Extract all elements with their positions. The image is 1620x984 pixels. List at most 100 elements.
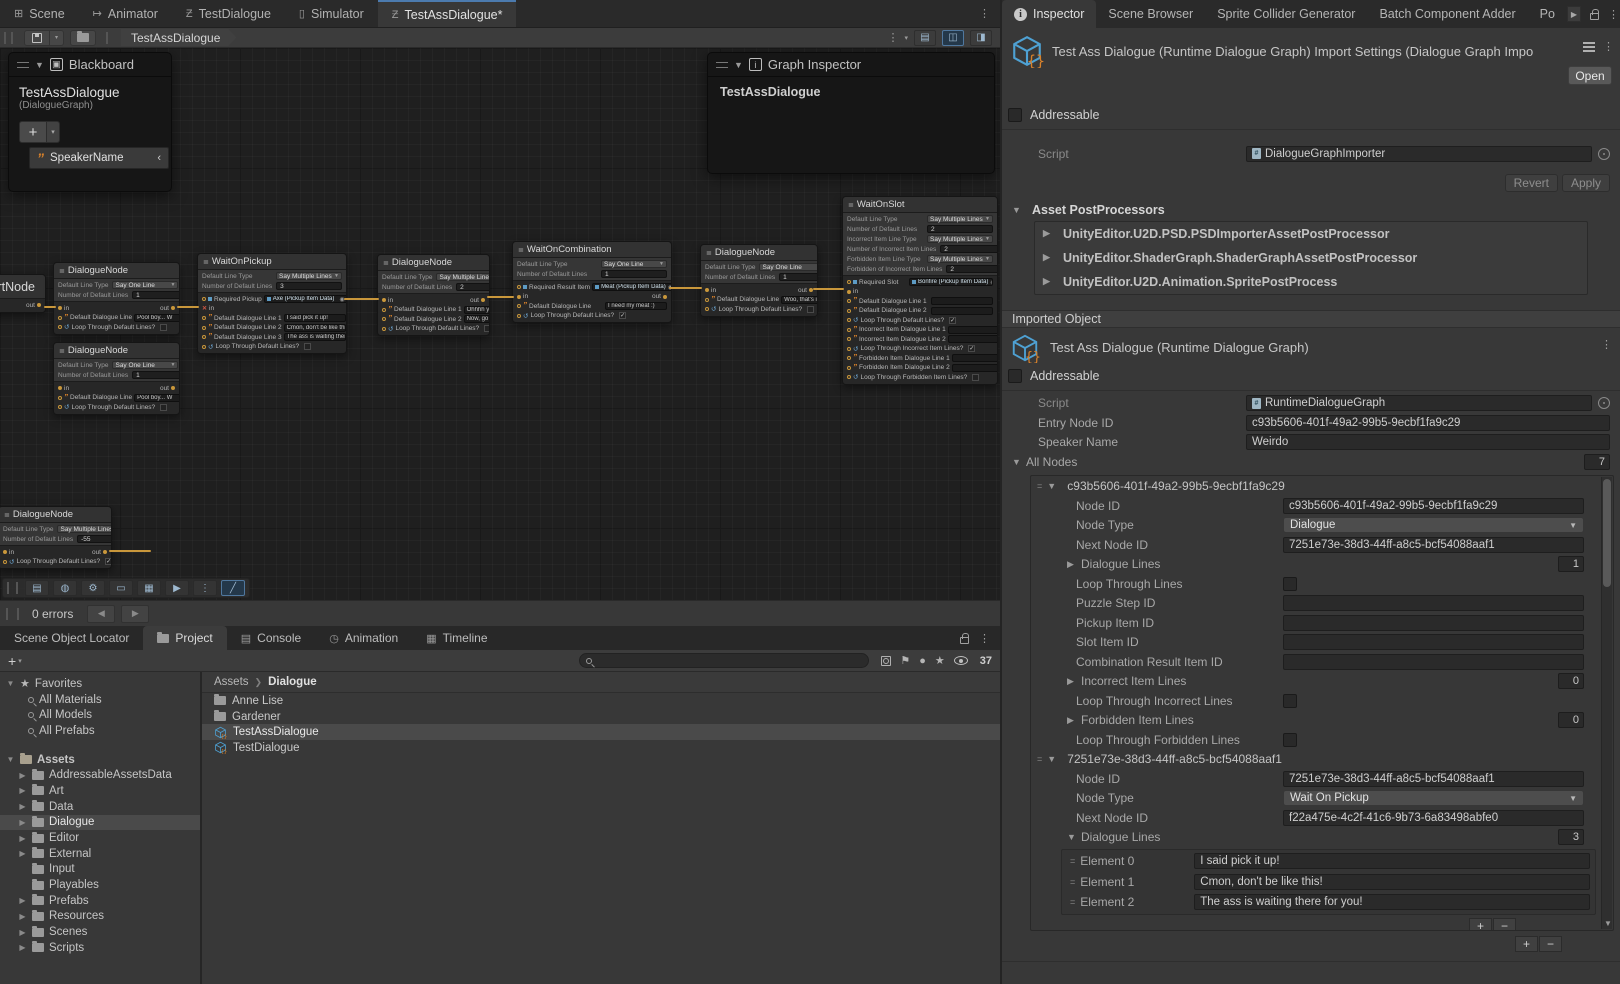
- file-row-testassdialogue[interactable]: {}TestAssDialogue: [202, 724, 1000, 740]
- node-text-field[interactable]: Ohhhh yeah,: [464, 306, 490, 314]
- port-icon[interactable]: [705, 298, 709, 302]
- node-checkbox[interactable]: [972, 374, 979, 381]
- remove-element-button[interactable]: −: [1539, 936, 1562, 952]
- node-text-field[interactable]: Woo, that's it: [781, 296, 818, 304]
- chevron-right-icon[interactable]: ▶: [18, 928, 27, 937]
- node-text-field[interactable]: I need my meat :): [605, 302, 667, 310]
- caret-down-icon[interactable]: ▾: [18, 657, 22, 665]
- drag-handle-icon[interactable]: [17, 62, 29, 68]
- node-checkbox[interactable]: [484, 325, 490, 332]
- node-number-field[interactable]: 1: [132, 291, 180, 299]
- node-text-field[interactable]: Now, go on...: [464, 315, 490, 323]
- kebab-icon[interactable]: ⋮: [1603, 40, 1614, 53]
- node-checkbox[interactable]: [304, 343, 311, 350]
- tree-folder-data[interactable]: ▶Data: [0, 799, 200, 815]
- object-picker-icon[interactable]: [1598, 397, 1610, 409]
- info-circle-button[interactable]: ◍: [53, 580, 77, 596]
- array-count[interactable]: 0: [1558, 712, 1584, 728]
- port-icon[interactable]: [847, 280, 851, 284]
- drag-handle-icon[interactable]: =: [1037, 481, 1041, 491]
- save-dropdown-button[interactable]: ▾: [50, 30, 64, 46]
- foldout-open-icon[interactable]: ▼: [1012, 457, 1021, 467]
- node-dropdown[interactable]: Say Multiple Lines▼: [436, 273, 490, 281]
- chevron-right-icon[interactable]: ▶: [1043, 228, 1052, 239]
- port-icon[interactable]: [202, 326, 206, 330]
- tab-animation[interactable]: ◷Animation: [315, 626, 412, 650]
- node-text-field[interactable]: [948, 326, 998, 334]
- tab-animator[interactable]: ↦Animator: [79, 0, 172, 27]
- node-number-field[interactable]: 2: [940, 245, 998, 253]
- all-nodes-count[interactable]: 7: [1584, 454, 1610, 470]
- node-checkbox[interactable]: ✓: [105, 558, 112, 565]
- next-node-id-field[interactable]: 7251e73e-38d3-44ff-a8c5-bcf54088aaf1: [1283, 537, 1584, 553]
- breadcrumb-current[interactable]: Dialogue: [268, 676, 317, 688]
- node-object-field[interactable]: Bonfire (Pickup Item Data)◉: [909, 278, 993, 286]
- node-dropdown[interactable]: Say One Line▼: [112, 361, 178, 369]
- save-button[interactable]: [24, 30, 50, 46]
- chevron-right-icon[interactable]: ▶: [18, 771, 27, 780]
- chevron-right-icon[interactable]: ▶: [1043, 276, 1052, 287]
- kebab-icon[interactable]: ⋮: [1608, 8, 1619, 21]
- blackboard-variable-speakername[interactable]: ” SpeakerName ‹: [29, 147, 169, 169]
- tab-project[interactable]: Project: [143, 626, 226, 650]
- node-collapse-icon[interactable]: ≣: [203, 258, 209, 266]
- node-dropdown[interactable]: Say One Line▼: [601, 260, 667, 268]
- next-error-button[interactable]: ▶: [121, 605, 149, 623]
- breadcrumb[interactable]: TestAssDialogue: [121, 29, 236, 46]
- tree-folder-scenes[interactable]: ▶Scenes: [0, 924, 200, 940]
- node-number-field[interactable]: 3: [276, 282, 342, 290]
- entry-node-id-field[interactable]: c93b5606-401f-49a2-99b5-9ecbf1fa9c29: [1246, 415, 1610, 431]
- graph-node-dialoguenode[interactable]: ≣DialogueNodeDefault Line TypeSay Multip…: [377, 254, 490, 336]
- tab-scene-object-locator[interactable]: Scene Object Locator: [0, 626, 143, 650]
- graph-inspector-panel[interactable]: ▼ i Graph Inspector TestAssDialogue: [707, 52, 995, 174]
- speaker-name-field[interactable]: Weirdo: [1246, 434, 1610, 450]
- node-number-field[interactable]: -55: [77, 535, 112, 543]
- port-icon[interactable]: [202, 335, 206, 339]
- scrollbar[interactable]: ▼: [1601, 477, 1612, 929]
- pickup-item-id-field[interactable]: [1283, 615, 1584, 631]
- node-id-field[interactable]: 7251e73e-38d3-44ff-a8c5-bcf54088aaf1: [1283, 771, 1584, 787]
- port-icon[interactable]: [847, 318, 851, 322]
- saved-search-star-button[interactable]: ★: [935, 654, 945, 667]
- tree-folder-external[interactable]: ▶External: [0, 846, 200, 862]
- graph-node-dialoguenode[interactable]: ≣DialogueNodeDefault Line TypeSay One Li…: [53, 262, 180, 335]
- node-dropdown[interactable]: Say One Line▼: [112, 281, 178, 289]
- file-row-testdialogue[interactable]: {}TestDialogue: [202, 740, 1000, 756]
- tree-folder-prefabs[interactable]: ▶Prefabs: [0, 893, 200, 909]
- port-icon[interactable]: [58, 316, 62, 320]
- node-collapse-icon[interactable]: ≣: [59, 267, 65, 275]
- node-number-field[interactable]: 1: [779, 273, 818, 281]
- lock-icon[interactable]: [1590, 13, 1599, 20]
- search-by-label-button[interactable]: ⚑: [900, 654, 910, 667]
- remove-element-button[interactable]: −: [1493, 918, 1516, 931]
- node-text-field[interactable]: I said pick it up!: [284, 314, 346, 322]
- array-count[interactable]: 1: [1558, 556, 1584, 572]
- prev-error-button[interactable]: ◀: [87, 605, 115, 623]
- inspector-tab-po[interactable]: Po: [1528, 0, 1567, 28]
- chevron-right-icon[interactable]: ▶: [1067, 676, 1076, 687]
- favorites-item-all-prefabs[interactable]: All Prefabs: [0, 723, 200, 739]
- tree-folder-addressableassetsdata[interactable]: ▶AddressableAssetsData: [0, 767, 200, 783]
- tree-folder-scripts[interactable]: ▶Scripts: [0, 940, 200, 956]
- input-port-icon[interactable]: [847, 290, 851, 294]
- chevron-right-icon[interactable]: ▶: [18, 849, 27, 858]
- node-dropdown[interactable]: Say Multiple Lines▼: [57, 525, 112, 533]
- revert-button[interactable]: Revert: [1505, 174, 1558, 192]
- element-field[interactable]: The ass is waiting there for you!: [1194, 894, 1590, 910]
- drag-handle-icon[interactable]: =: [1070, 897, 1074, 907]
- addressable-checkbox[interactable]: [1008, 369, 1022, 383]
- loop-through-incorrect-lines-checkbox[interactable]: [1283, 694, 1297, 708]
- foldout-open-icon[interactable]: ▼: [6, 755, 15, 764]
- script-field[interactable]: #RuntimeDialogueGraph: [1246, 395, 1592, 411]
- port-icon[interactable]: [382, 308, 386, 312]
- output-port-icon[interactable]: [171, 386, 175, 390]
- element-field[interactable]: Cmon, don't be like this!: [1194, 874, 1590, 890]
- port-icon[interactable]: [58, 405, 62, 409]
- inspector-tab-sprite-collider-generator[interactable]: Sprite Collider Generator: [1205, 0, 1367, 28]
- scroll-down-icon[interactable]: ▼: [1604, 919, 1612, 928]
- node-object-field[interactable]: Meat (Pickup Item Data)◉: [592, 283, 672, 291]
- postprocessor-row[interactable]: ▶UnityEditor.ShaderGraph.ShaderGraphAsse…: [1035, 246, 1587, 270]
- inspector-tab-inspector[interactable]: Inspector: [1002, 0, 1096, 28]
- chevron-left-icon[interactable]: ‹: [157, 152, 161, 164]
- node-checkbox[interactable]: [160, 404, 167, 411]
